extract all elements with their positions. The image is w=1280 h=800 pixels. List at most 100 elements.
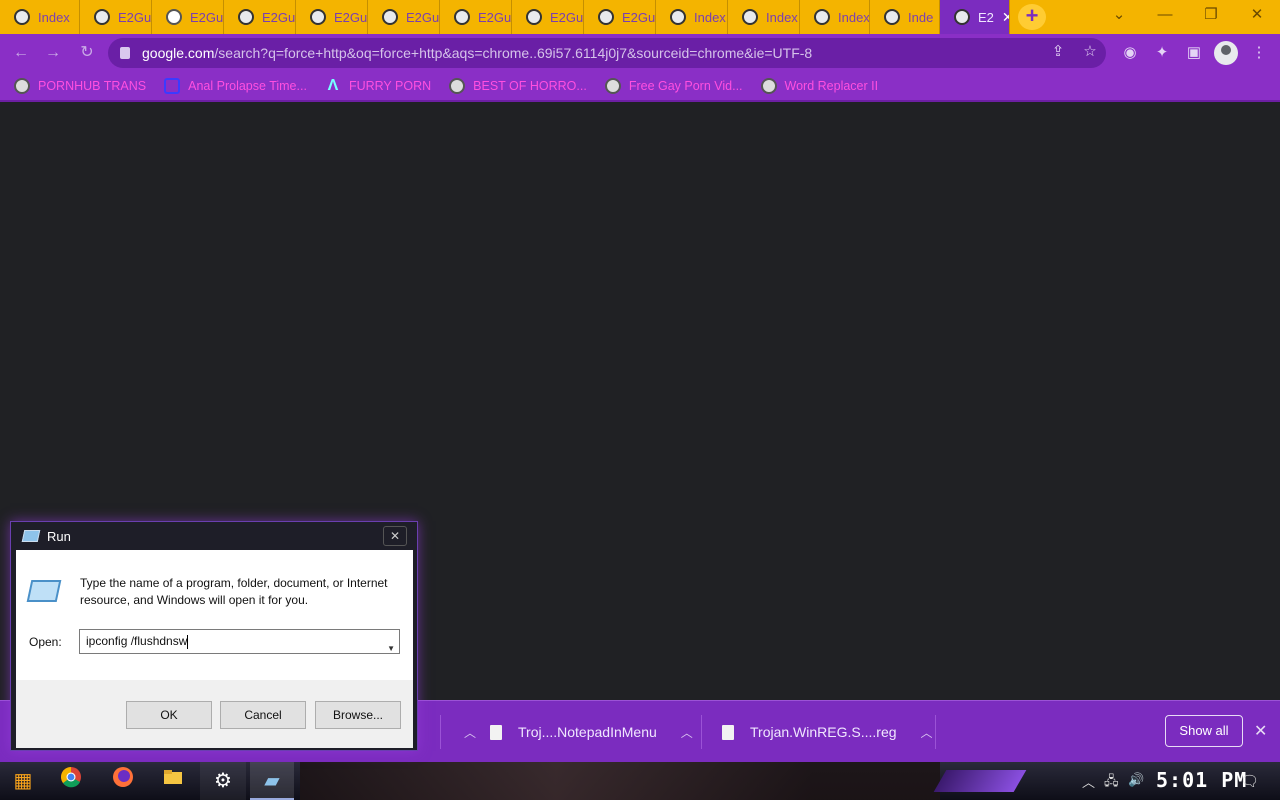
browser-tab[interactable]: Index <box>800 0 870 34</box>
tab-label: Index <box>38 9 70 25</box>
extension-icon <box>382 9 398 25</box>
new-tab-button[interactable]: + <box>1018 4 1046 30</box>
close-icon[interactable]: ✕ <box>1002 9 1009 26</box>
tab-search-icon[interactable]: ⌄ <box>1096 0 1142 34</box>
browser-tab[interactable]: E2Gu <box>584 0 656 34</box>
tab-label: Index <box>766 9 798 25</box>
restore-button[interactable]: ❐ <box>1188 0 1234 34</box>
close-window-button[interactable]: ✕ <box>1234 0 1280 34</box>
bookmark-item[interactable]: Anal Prolapse Time... <box>164 78 307 94</box>
download-filename: Trojan.WinREG.S....reg <box>750 724 897 740</box>
forward-arrow-icon[interactable]: → <box>42 42 64 64</box>
back-arrow-icon[interactable]: ← <box>10 42 32 64</box>
show-all-button[interactable]: Show all <box>1165 715 1243 747</box>
tab-label: E2Gu <box>406 9 440 25</box>
bookmark-item[interactable]: Word Replacer II <box>760 78 879 94</box>
download-item[interactable]: Trojan.WinREG.S....reg ︿ <box>704 715 936 749</box>
extension-icon <box>604 78 621 94</box>
reload-icon[interactable]: ↻ <box>76 42 98 64</box>
tab-label: E2Gu <box>262 9 296 25</box>
bookmark-item[interactable]: Λ FURRY PORN <box>325 77 432 94</box>
close-button[interactable]: ✕ <box>383 526 407 546</box>
extension-icon <box>310 9 326 25</box>
open-label: Open: <box>29 635 62 649</box>
download-item-partial[interactable]: ︿ <box>440 715 476 749</box>
bookmark-square-icon <box>164 78 181 94</box>
tab-label: E2Gu <box>478 9 512 25</box>
tab-label: E2Gu <box>190 9 224 25</box>
extension-icon <box>526 9 542 25</box>
browser-tab[interactable]: Index <box>0 0 80 34</box>
browser-tab[interactable]: E2Gu <box>440 0 512 34</box>
run-body: Type the name of a program, folder, docu… <box>16 550 413 748</box>
browser-tab[interactable]: Index <box>728 0 800 34</box>
bookmark-item[interactable]: PORNHUB TRANS <box>14 78 146 94</box>
bookmark-label: Anal Prolapse Time... <box>188 79 307 93</box>
browser-tab[interactable]: E2Gu <box>368 0 440 34</box>
browser-tab[interactable]: E2Gu <box>296 0 368 34</box>
browser-tab[interactable]: E2Gu <box>80 0 152 34</box>
download-item[interactable]: Troj....NotepadInMenu ︿ <box>470 715 702 749</box>
extension-icon <box>454 9 470 25</box>
clock[interactable]: 5:01 PM <box>1156 768 1247 792</box>
taskbar-decoration <box>933 770 1027 792</box>
file-icon <box>722 724 734 740</box>
star-icon[interactable]: ☆ <box>1080 42 1100 62</box>
browser-tab[interactable]: E2Gu <box>224 0 296 34</box>
chevron-up-icon[interactable]: ︿ <box>921 724 933 741</box>
browse-button[interactable]: Browse... <box>315 701 401 729</box>
browser-tab-active[interactable]: E2 ✕ <box>940 0 1010 34</box>
settings-gear-icon[interactable]: ⚙ <box>208 766 238 796</box>
bookmark-item[interactable]: BEST OF HORRO... <box>449 78 587 94</box>
profile-avatar[interactable] <box>1214 41 1238 65</box>
chevron-up-icon[interactable]: ︿ <box>681 724 693 741</box>
extension-icon <box>742 9 758 25</box>
bookmark-item[interactable]: Free Gay Porn Vid... <box>604 78 743 94</box>
firefox-icon[interactable] <box>108 766 138 796</box>
dropdown-arrow-icon[interactable]: ▼ <box>387 637 395 660</box>
extension-icon <box>94 9 110 25</box>
kebab-menu-icon[interactable]: ⋮ <box>1248 42 1270 64</box>
open-combobox[interactable]: ipconfig /flushdnsw ▼ <box>79 629 400 654</box>
puzzle-icon[interactable]: ✦ <box>1151 42 1173 64</box>
run-icon: ▰ <box>264 770 280 792</box>
minimize-button[interactable]: — <box>1142 0 1188 34</box>
run-titlebar[interactable]: Run <box>11 522 419 550</box>
cancel-button[interactable]: Cancel <box>220 701 306 729</box>
chrome-icon[interactable] <box>56 766 86 796</box>
bookmark-label: BEST OF HORRO... <box>473 79 587 93</box>
extension-icon <box>884 9 900 25</box>
extension-icon <box>954 9 970 25</box>
lambda-icon: Λ <box>327 77 339 94</box>
address-bar[interactable]: google.com/search?q=force+http&oq=force+… <box>108 38 1106 68</box>
bookmark-label: Free Gay Porn Vid... <box>628 79 743 93</box>
run-description: Type the name of a program, folder, docu… <box>80 576 388 607</box>
tab-label: Inde <box>908 9 934 25</box>
browser-tab[interactable]: Inde <box>870 0 940 34</box>
notification-icon[interactable]: 🗨 <box>1240 772 1259 790</box>
file-explorer-icon[interactable] <box>158 766 188 796</box>
extension-avatar-icon[interactable]: ◉ <box>1119 42 1141 64</box>
extension-icon <box>814 9 830 25</box>
extension-icon <box>670 9 686 25</box>
wr-icon <box>760 78 777 94</box>
tab-strip: Index E2Gu E2Gu E2Gu E2Gu E2Gu E2Gu E2Gu… <box>0 0 1280 34</box>
browser-tab[interactable]: E2Gu <box>512 0 584 34</box>
browser-tab[interactable]: E2Gu <box>152 0 224 34</box>
network-icon[interactable]: 🖧 <box>1104 772 1119 794</box>
bookmarks-bar: PORNHUB TRANS Anal Prolapse Time... Λ FUR… <box>0 72 1280 102</box>
dialog-title: Run <box>47 528 71 544</box>
run-dialog: Run ✕ Type the name of a program, folder… <box>10 521 418 751</box>
share-icon[interactable]: ⇪ <box>1048 42 1068 62</box>
browser-tab[interactable]: Index <box>656 0 728 34</box>
chevron-up-icon[interactable]: ︿ <box>1082 772 1095 791</box>
side-panel-icon[interactable]: ▣ <box>1183 42 1205 64</box>
lock-icon <box>120 47 130 59</box>
ok-button[interactable]: OK <box>126 701 212 729</box>
bookmark-label: Word Replacer II <box>784 79 879 93</box>
taskbar: ▦ ⚙ ▰ ︿ 🖧 🔊 5:01 PM 🗨 <box>0 762 1280 800</box>
close-icon[interactable]: ✕ <box>1254 721 1267 741</box>
volume-icon[interactable]: 🔊 <box>1128 772 1144 788</box>
start-icon[interactable]: ▦ <box>8 766 38 796</box>
url-host: google.com <box>142 45 215 61</box>
